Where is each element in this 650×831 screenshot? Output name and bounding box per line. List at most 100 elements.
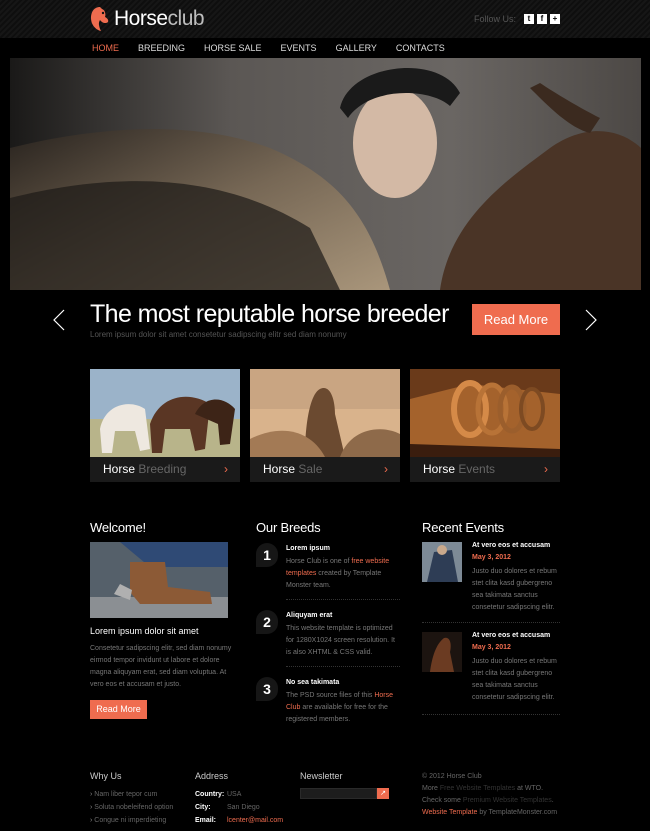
breed-number: 2 bbox=[256, 610, 278, 634]
breed-title: No sea takimata bbox=[286, 679, 340, 686]
nav-item-events[interactable]: EVENTS bbox=[281, 43, 317, 53]
twitter-icon[interactable]: t bbox=[524, 14, 534, 24]
events-image bbox=[410, 369, 560, 457]
breeding-image bbox=[90, 369, 240, 457]
why-item[interactable]: Nam liber tepor cum bbox=[90, 788, 173, 801]
feature-subtitle: Sale bbox=[298, 462, 323, 476]
email-link[interactable]: lcenter@mail.com bbox=[227, 814, 283, 827]
feature-box-events[interactable]: Horse Events › bbox=[410, 369, 560, 482]
newsletter-submit-button[interactable]: ↗ bbox=[377, 788, 389, 799]
why-item[interactable]: Congue ni imperdieting bbox=[90, 814, 173, 827]
welcome-image bbox=[90, 542, 228, 618]
copyright-block: © 2012 Horse Club More Free Website Temp… bbox=[422, 771, 582, 819]
footer-why-title: Why Us bbox=[90, 771, 122, 781]
plus-icon[interactable]: + bbox=[550, 14, 560, 24]
feature-box-sale[interactable]: Horse Sale › bbox=[250, 369, 400, 482]
copyright: © 2012 Horse Club bbox=[422, 773, 482, 780]
logo-text-bold: Horse bbox=[114, 7, 168, 30]
logo-text: Horseclub bbox=[114, 7, 205, 31]
event-text: Justo duo dolores et rebum stet clita ka… bbox=[472, 568, 557, 611]
nav-item-horse-sale[interactable]: HORSE SALE bbox=[204, 43, 262, 53]
hero-image bbox=[10, 58, 641, 290]
check-templates-line: Check some Premium Website Templates. bbox=[422, 795, 582, 807]
address-key: Email: bbox=[195, 817, 217, 824]
chevron-left-icon[interactable] bbox=[52, 309, 66, 331]
follow-label: Follow Us: bbox=[473, 14, 516, 24]
breed-title: Aliquyam erat bbox=[286, 612, 333, 619]
welcome-title: Welcome! bbox=[90, 520, 146, 535]
nav-item-contacts[interactable]: CONTACTS bbox=[396, 43, 445, 53]
address-value: San Diego bbox=[227, 804, 260, 811]
event-title: At vero eos et accusam bbox=[472, 542, 551, 549]
copy-text: . bbox=[551, 797, 554, 804]
feature-box-breeding[interactable]: Horse Breeding › bbox=[90, 369, 240, 482]
feature-caption: Horse Breeding › bbox=[90, 457, 240, 482]
nav-item-breeding[interactable]: BREEDING bbox=[138, 43, 185, 53]
breed-number: 3 bbox=[256, 677, 278, 701]
copy-text: at WTO. bbox=[515, 785, 544, 792]
chevron-right-icon[interactable] bbox=[584, 309, 598, 331]
address-key: City: bbox=[195, 804, 211, 811]
sale-image bbox=[250, 369, 400, 457]
nav-item-gallery[interactable]: GALLERY bbox=[336, 43, 377, 53]
event-title: At vero eos et accusam bbox=[472, 632, 551, 639]
chevron-right-icon[interactable]: › bbox=[224, 457, 228, 482]
why-list: Nam liber tepor cum Soluta nobeleifend o… bbox=[90, 788, 173, 827]
breed-desc-text: This website template is optimized for 1… bbox=[286, 625, 395, 656]
divider bbox=[422, 714, 560, 715]
breed-desc-text: are available for free for the registere… bbox=[286, 704, 388, 723]
free-templates-link[interactable]: Free Website Templates bbox=[440, 785, 515, 792]
feature-subtitle: Events bbox=[458, 462, 496, 476]
divider bbox=[286, 599, 400, 600]
copy-text: by TemplateMonster.com bbox=[477, 809, 558, 816]
top-bar: Horseclub Follow Us: t f + bbox=[0, 0, 650, 38]
address-key: Country: bbox=[195, 791, 225, 798]
feature-title: Horse bbox=[423, 462, 456, 476]
breeds-title: Our Breeds bbox=[256, 520, 321, 535]
newsletter-input[interactable] bbox=[300, 788, 377, 799]
address-value: USA bbox=[227, 791, 242, 798]
slider-read-more-button[interactable]: Read More bbox=[472, 304, 560, 335]
footer-newsletter-title: Newsletter bbox=[300, 771, 343, 781]
chevron-right-icon[interactable]: › bbox=[544, 457, 548, 482]
more-templates-line: More Free Website Templates at WTO. bbox=[422, 783, 582, 795]
feature-title: Horse bbox=[263, 462, 296, 476]
event-thumbnail bbox=[422, 542, 462, 582]
horse-head-icon bbox=[90, 6, 110, 32]
breed-desc-text: Horse Club is one of bbox=[286, 558, 352, 565]
chevron-right-icon[interactable]: › bbox=[384, 457, 388, 482]
breed-desc: Horse Club is one of free website templa… bbox=[286, 556, 401, 592]
breed-desc-text: The PSD source files of this bbox=[286, 692, 375, 699]
logo-text-light: club bbox=[167, 7, 205, 30]
logo[interactable]: Horseclub bbox=[90, 4, 205, 34]
feature-caption: Horse Events › bbox=[410, 457, 560, 482]
event-date: May 3, 2012 bbox=[472, 644, 511, 651]
main-nav: HOME BREEDING HORSE SALE EVENTS GALLERY … bbox=[0, 38, 650, 58]
welcome-heading: Lorem ipsum dolor sit amet bbox=[90, 626, 199, 636]
follow-us: Follow Us: t f + bbox=[474, 14, 560, 24]
event-text: Justo duo dolores et rebum stet clita ka… bbox=[472, 658, 557, 701]
divider bbox=[286, 666, 400, 667]
event-thumbnail bbox=[422, 632, 462, 672]
premium-templates-link[interactable]: Premium Website Templates bbox=[463, 797, 552, 804]
breed-title: Lorem ipsum bbox=[286, 545, 330, 552]
feature-title: Horse bbox=[103, 462, 136, 476]
feature-caption: Horse Sale › bbox=[250, 457, 400, 482]
copy-text: More bbox=[422, 785, 440, 792]
address-block: Country: USA City: San Diego Email: lcenter… bbox=[195, 788, 283, 827]
breed-desc: This website template is optimized for 1… bbox=[286, 623, 401, 659]
welcome-text: Consetetur sadipscing elitr, sed diam no… bbox=[90, 645, 232, 688]
copy-text: Check some bbox=[422, 797, 463, 804]
website-template-line: Website Template by TemplateMonster.com bbox=[422, 807, 582, 819]
why-item[interactable]: Soluta nobeleifend option bbox=[90, 801, 173, 814]
events-title: Recent Events bbox=[422, 520, 504, 535]
footer-address-title: Address bbox=[195, 771, 229, 781]
nav-item-home[interactable]: HOME bbox=[92, 43, 119, 53]
website-template-link[interactable]: Website Template bbox=[422, 809, 477, 816]
facebook-icon[interactable]: f bbox=[537, 14, 547, 24]
divider bbox=[422, 622, 560, 623]
feature-subtitle: Breeding bbox=[138, 462, 187, 476]
breed-desc: The PSD source files of this Horse Club … bbox=[286, 690, 401, 726]
welcome-read-more-button[interactable]: Read More bbox=[90, 700, 147, 719]
event-date: May 3, 2012 bbox=[472, 554, 511, 561]
